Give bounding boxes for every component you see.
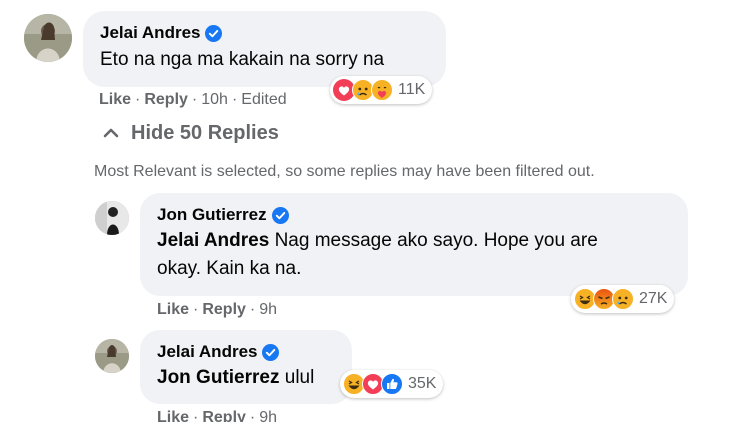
mention-link[interactable]: Jelai Andres bbox=[157, 230, 269, 251]
comment-actions: Like · Reply · 9h bbox=[157, 409, 277, 422]
like-button[interactable]: Like bbox=[157, 301, 189, 319]
timestamp[interactable]: 9h bbox=[259, 301, 277, 319]
reply-button[interactable]: Reply bbox=[202, 409, 246, 422]
author-name[interactable]: Jelai Andres bbox=[100, 23, 200, 43]
edited-label[interactable]: Edited bbox=[241, 91, 286, 109]
comment-text: ulul bbox=[284, 367, 315, 388]
reaction-count: 11K bbox=[398, 81, 426, 98]
like-button[interactable]: Like bbox=[99, 91, 131, 109]
reaction-summary[interactable]: 27K bbox=[571, 285, 675, 313]
reply-button[interactable]: Reply bbox=[202, 301, 246, 319]
avatar[interactable] bbox=[95, 201, 129, 235]
comment-actions: Like · Reply · 9h bbox=[157, 301, 277, 319]
mention-link[interactable]: Jon Gutierrez bbox=[157, 367, 279, 388]
reply-bubble: Jon Gutierrez Jelai Andres Nag message a… bbox=[140, 193, 688, 296]
filter-notice: Most Relevant is selected, so some repli… bbox=[94, 163, 595, 180]
hide-replies-toggle[interactable]: Hide 50 Replies bbox=[103, 122, 279, 145]
reaction-summary[interactable]: 11K bbox=[330, 76, 433, 104]
separator-dot: · bbox=[249, 409, 256, 422]
reaction-count: 27K bbox=[639, 290, 668, 307]
comment-text-line2: okay. Kain ka na. bbox=[157, 258, 302, 279]
reaction-summary[interactable]: 35K bbox=[340, 370, 444, 398]
author-name[interactable]: Jon Gutierrez bbox=[157, 205, 267, 225]
separator-dot: · bbox=[191, 91, 198, 108]
separator-dot: · bbox=[193, 301, 199, 318]
verified-badge-icon bbox=[271, 206, 289, 224]
avatar[interactable] bbox=[95, 339, 129, 373]
separator-dot: · bbox=[135, 91, 141, 108]
comment-text: Nag message ako sayo. Hope you are bbox=[274, 230, 598, 251]
comment-text: Eto na nga ma kakain na sorry na bbox=[100, 49, 385, 70]
reply-bubble: Jelai Andres Jon Gutierrez ulul bbox=[140, 330, 352, 404]
reply-button[interactable]: Reply bbox=[144, 91, 188, 109]
verified-badge-icon bbox=[262, 343, 280, 361]
verified-badge-icon bbox=[205, 24, 223, 42]
reaction-count: 35K bbox=[408, 375, 437, 392]
like-reaction-icon bbox=[381, 373, 403, 395]
like-button[interactable]: Like bbox=[157, 409, 189, 422]
sad-reaction-icon bbox=[612, 288, 634, 310]
chevron-up-icon bbox=[103, 122, 119, 145]
hide-replies-label: Hide 50 Replies bbox=[131, 122, 279, 144]
separator-dot: · bbox=[193, 409, 199, 422]
comment-actions: Like · Reply · 10h · Edited bbox=[99, 91, 287, 109]
comment-thread: Jelai Andres Eto na nga ma kakain na sor… bbox=[0, 0, 747, 422]
separator-dot: · bbox=[249, 301, 256, 318]
avatar[interactable] bbox=[24, 14, 72, 62]
timestamp[interactable]: 10h bbox=[201, 91, 228, 109]
author-name[interactable]: Jelai Andres bbox=[157, 342, 257, 362]
timestamp[interactable]: 9h bbox=[259, 409, 277, 422]
care-reaction-icon bbox=[371, 79, 393, 101]
separator-dot: · bbox=[231, 91, 238, 108]
